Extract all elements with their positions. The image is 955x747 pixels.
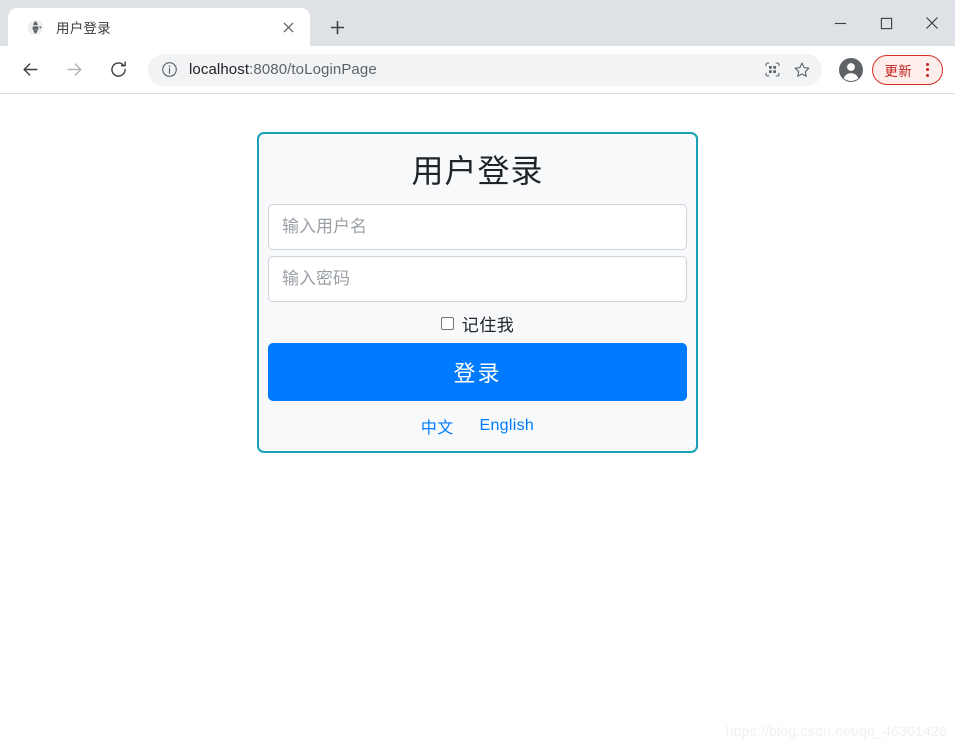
update-label: 更新: [884, 63, 912, 79]
remember-me-checkbox[interactable]: [440, 316, 454, 330]
url-path: :8080/toLoginPage: [249, 61, 377, 78]
new-tab-button[interactable]: [320, 10, 354, 44]
url-text: localhost:8080/toLoginPage: [189, 61, 756, 78]
qr-code-icon[interactable]: [758, 56, 786, 84]
tab-strip: 用户登录: [0, 0, 955, 46]
language-links: 中文 English: [268, 401, 687, 438]
remember-me-row[interactable]: 记住我: [268, 308, 687, 338]
kebab-menu-icon[interactable]: [916, 58, 938, 82]
login-button[interactable]: 登录: [268, 343, 687, 402]
remember-me-label: 记住我: [461, 315, 515, 335]
profile-avatar-icon[interactable]: [834, 53, 868, 87]
watermark: https://blog.csdn.net/qq_46301426: [725, 723, 947, 739]
login-card: 用户登录 记住我 登录 中文 English: [257, 132, 698, 454]
window-controls: [817, 0, 955, 46]
maximize-button[interactable]: [863, 0, 909, 46]
url-host: localhost: [189, 61, 250, 78]
back-button[interactable]: [13, 53, 47, 87]
tab-close-icon[interactable]: [276, 15, 300, 39]
globe-icon: [26, 18, 44, 36]
close-button[interactable]: [909, 0, 955, 46]
browser-toolbar: localhost:8080/toLoginPage 更新: [0, 46, 955, 94]
language-link-english[interactable]: English: [480, 417, 535, 435]
language-link-chinese[interactable]: 中文: [421, 414, 454, 438]
page-viewport: 用户登录 记住我 登录 中文 English https://blog.csdn…: [0, 94, 955, 747]
star-icon[interactable]: [788, 56, 816, 84]
reload-button[interactable]: [101, 53, 135, 87]
update-button[interactable]: 更新: [872, 54, 943, 85]
minimize-button[interactable]: [817, 0, 863, 46]
forward-button[interactable]: [57, 53, 91, 87]
browser-window: 用户登录 localhost:8080/toLoginPage 更新 用户登录 …: [0, 0, 955, 747]
password-input[interactable]: [268, 256, 687, 303]
address-bar[interactable]: localhost:8080/toLoginPage: [148, 53, 823, 86]
tab-title: 用户登录: [56, 21, 111, 36]
username-input[interactable]: [268, 204, 687, 251]
info-circle-icon[interactable]: [160, 61, 178, 79]
browser-tab[interactable]: 用户登录: [8, 8, 310, 46]
page-title: 用户登录: [411, 153, 544, 189]
